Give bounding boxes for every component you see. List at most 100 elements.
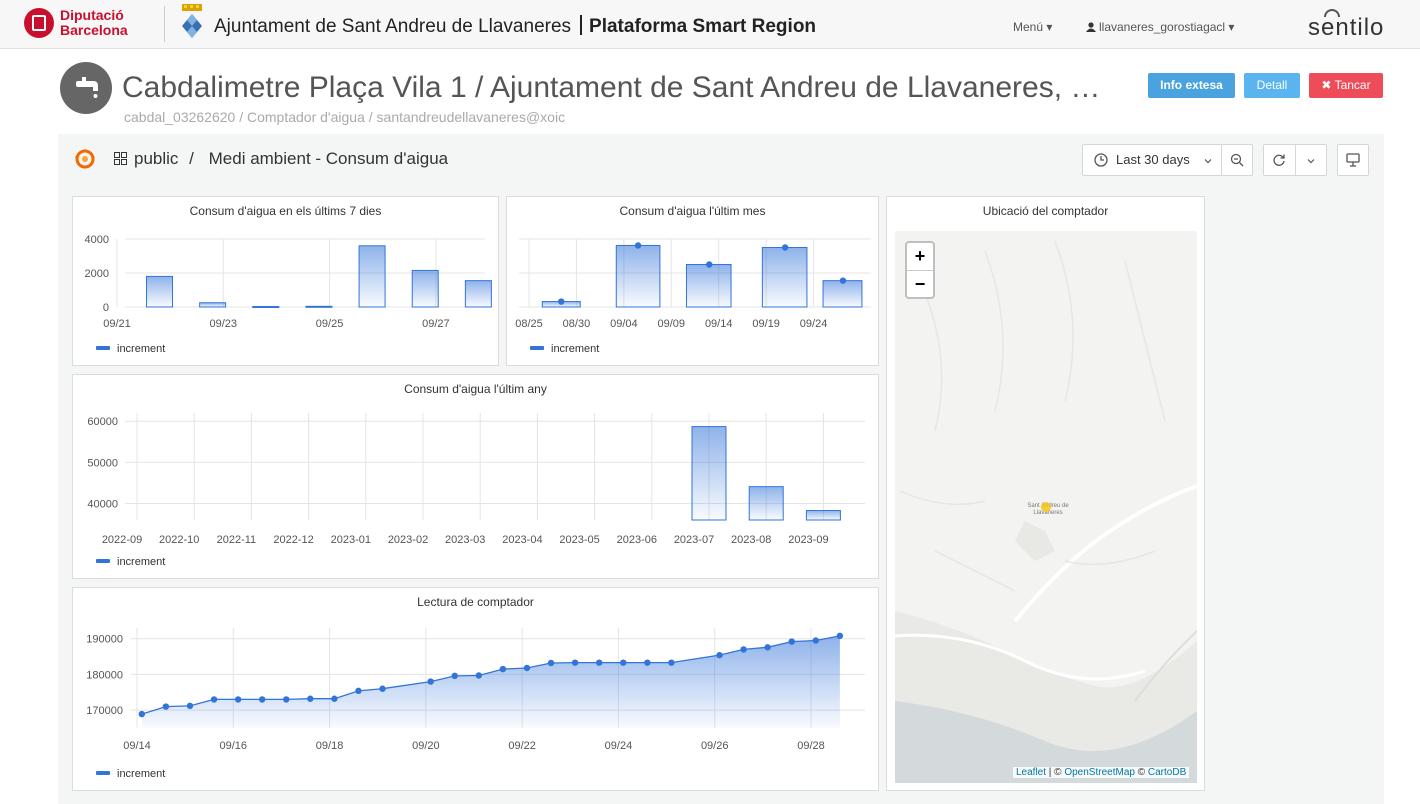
data-point <box>234 696 242 703</box>
leaflet-link[interactable]: Leaflet <box>1016 767 1046 778</box>
bar <box>761 247 808 308</box>
detail-button[interactable]: Detall <box>1244 73 1300 98</box>
x-tick-label: 2023-05 <box>559 534 599 546</box>
carto-link[interactable]: CartoDB <box>1148 767 1186 778</box>
year-bar-chart: 60000 50000 40000 2022-09 2022-10 2022-11 2022… <box>87 413 865 546</box>
data-point <box>620 659 627 666</box>
series-swatch <box>96 559 110 563</box>
dashboard-name[interactable]: Medi ambient - Consum d'aigua <box>209 149 448 168</box>
time-range-label: Last 30 days <box>1116 152 1190 167</box>
x-tick-label: 09/28 <box>797 740 825 752</box>
legend-label: increment <box>117 768 166 780</box>
meter-location-marker[interactable] <box>1041 502 1051 512</box>
tv-mode-button[interactable] <box>1337 144 1369 176</box>
refresh-icon <box>1273 154 1285 166</box>
bar <box>748 486 784 521</box>
x-tick-label: 08/25 <box>515 318 543 330</box>
data-point <box>307 695 314 702</box>
panel-title: Ubicació del comptador <box>982 204 1109 218</box>
x-tick-label: 08/30 <box>563 318 591 330</box>
y-tick-label: 2000 <box>85 268 109 280</box>
zoom-out-button[interactable] <box>1221 144 1253 176</box>
x-tick-label: 09/24 <box>605 740 633 752</box>
bar <box>358 245 386 308</box>
panel-meter[interactable]: Lectura de comptador 190000 180000 170000 0… <box>72 587 879 791</box>
zoom-in-button[interactable]: + <box>907 243 933 270</box>
diputacio-logo-icon[interactable] <box>24 8 54 38</box>
x-tick-label: 2023-03 <box>445 534 485 546</box>
panel-year[interactable]: Consum d'aigua l'últim any 60000 50000 400… <box>72 374 879 579</box>
data-point <box>523 664 531 672</box>
x-tick-label: 09/16 <box>220 740 248 752</box>
brand-line-2: Barcelona <box>60 22 128 38</box>
menu-dropdown[interactable]: Menú ▾ <box>1013 20 1052 34</box>
data-point <box>706 261 713 268</box>
osm-link[interactable]: OpenStreetMap <box>1064 767 1135 778</box>
data-point <box>839 277 847 284</box>
x-tick-label: 2023-06 <box>617 534 657 546</box>
bar <box>805 510 841 521</box>
panel-week[interactable]: Consum d'aigua en els últims 7 dies 4000… <box>72 196 499 366</box>
platform-name: Plataforma Smart Region <box>589 16 817 37</box>
time-range-picker[interactable]: Last 30 days <box>1082 144 1222 176</box>
bar <box>822 280 863 308</box>
grafana-logo-icon[interactable] <box>75 149 95 169</box>
data-point <box>558 298 565 305</box>
data-point <box>547 659 555 667</box>
breadcrumb-separator: / <box>189 149 194 168</box>
data-point <box>355 687 362 695</box>
y-tick-label: 180000 <box>86 669 123 681</box>
data-point <box>716 651 723 659</box>
dashboard-breadcrumb: public / Medi ambient - Consum d'aigua <box>114 149 448 169</box>
x-tick-label: 09/14 <box>123 740 151 752</box>
series-swatch <box>96 771 110 775</box>
y-tick-label: 0 <box>103 302 109 314</box>
data-point <box>162 703 170 710</box>
clock-icon <box>1094 153 1108 167</box>
chevron-down-icon <box>1204 159 1212 164</box>
x-tick-label: 2023-01 <box>331 534 371 546</box>
x-tick-label: 09/22 <box>508 740 536 752</box>
data-point <box>451 672 458 680</box>
data-point <box>499 665 507 673</box>
week-bar-chart: 4000 2000 0 09/21 09/23 09/25 09/27 <box>85 234 492 330</box>
data-point <box>210 696 218 703</box>
data-point <box>186 702 194 710</box>
divider <box>164 6 165 42</box>
bar <box>464 280 492 308</box>
sentilo-wordmark: sentilo <box>1308 14 1385 41</box>
x-tick-label: 09/09 <box>658 318 686 330</box>
series-swatch <box>96 346 110 350</box>
legend-item[interactable]: increment <box>96 343 165 355</box>
bar <box>691 426 727 521</box>
x-tick-label: 09/20 <box>412 740 440 752</box>
sentilo-logo[interactable]: sentilo <box>1308 9 1385 42</box>
map-canvas[interactable]: Sant Andreu deLlavaneres <box>895 231 1197 783</box>
legend-item[interactable]: increment <box>530 343 599 355</box>
bar <box>199 302 227 308</box>
x-tick-label: 09/24 <box>800 318 828 330</box>
x-tick-label: 09/23 <box>210 318 238 330</box>
zoom-out-map-button[interactable]: − <box>907 270 933 297</box>
y-tick-label: 190000 <box>86 634 123 646</box>
legend-item[interactable]: increment <box>96 768 165 780</box>
refresh-button[interactable] <box>1263 144 1327 176</box>
user-dropdown[interactable]: llavaneres_gorostiagacl ▾ <box>1086 20 1234 34</box>
diputacio-brand[interactable]: Diputació Barcelona <box>60 8 128 38</box>
water-tap-icon <box>76 77 98 98</box>
bar <box>252 305 280 308</box>
data-point <box>836 632 844 640</box>
data-point <box>740 646 747 653</box>
legend-item[interactable]: increment <box>96 556 165 568</box>
info-extesa-button[interactable]: Info extesa <box>1148 73 1235 98</box>
folder-link[interactable]: public <box>134 149 178 168</box>
data-point <box>668 659 675 666</box>
y-tick-label: 4000 <box>85 234 109 246</box>
panel-month[interactable]: Consum d'aigua l'últim mes 08/25 08/30 09/… <box>506 196 879 366</box>
close-button[interactable]: ✖ Tancar <box>1309 73 1383 98</box>
chevron-down-icon[interactable] <box>1306 156 1316 166</box>
monitor-icon <box>1346 153 1360 167</box>
y-tick-label: 170000 <box>86 705 123 717</box>
town-name: Ajuntament de Sant Andreu de Llavaneres <box>214 16 572 37</box>
x-tick-label: 09/18 <box>316 740 344 752</box>
